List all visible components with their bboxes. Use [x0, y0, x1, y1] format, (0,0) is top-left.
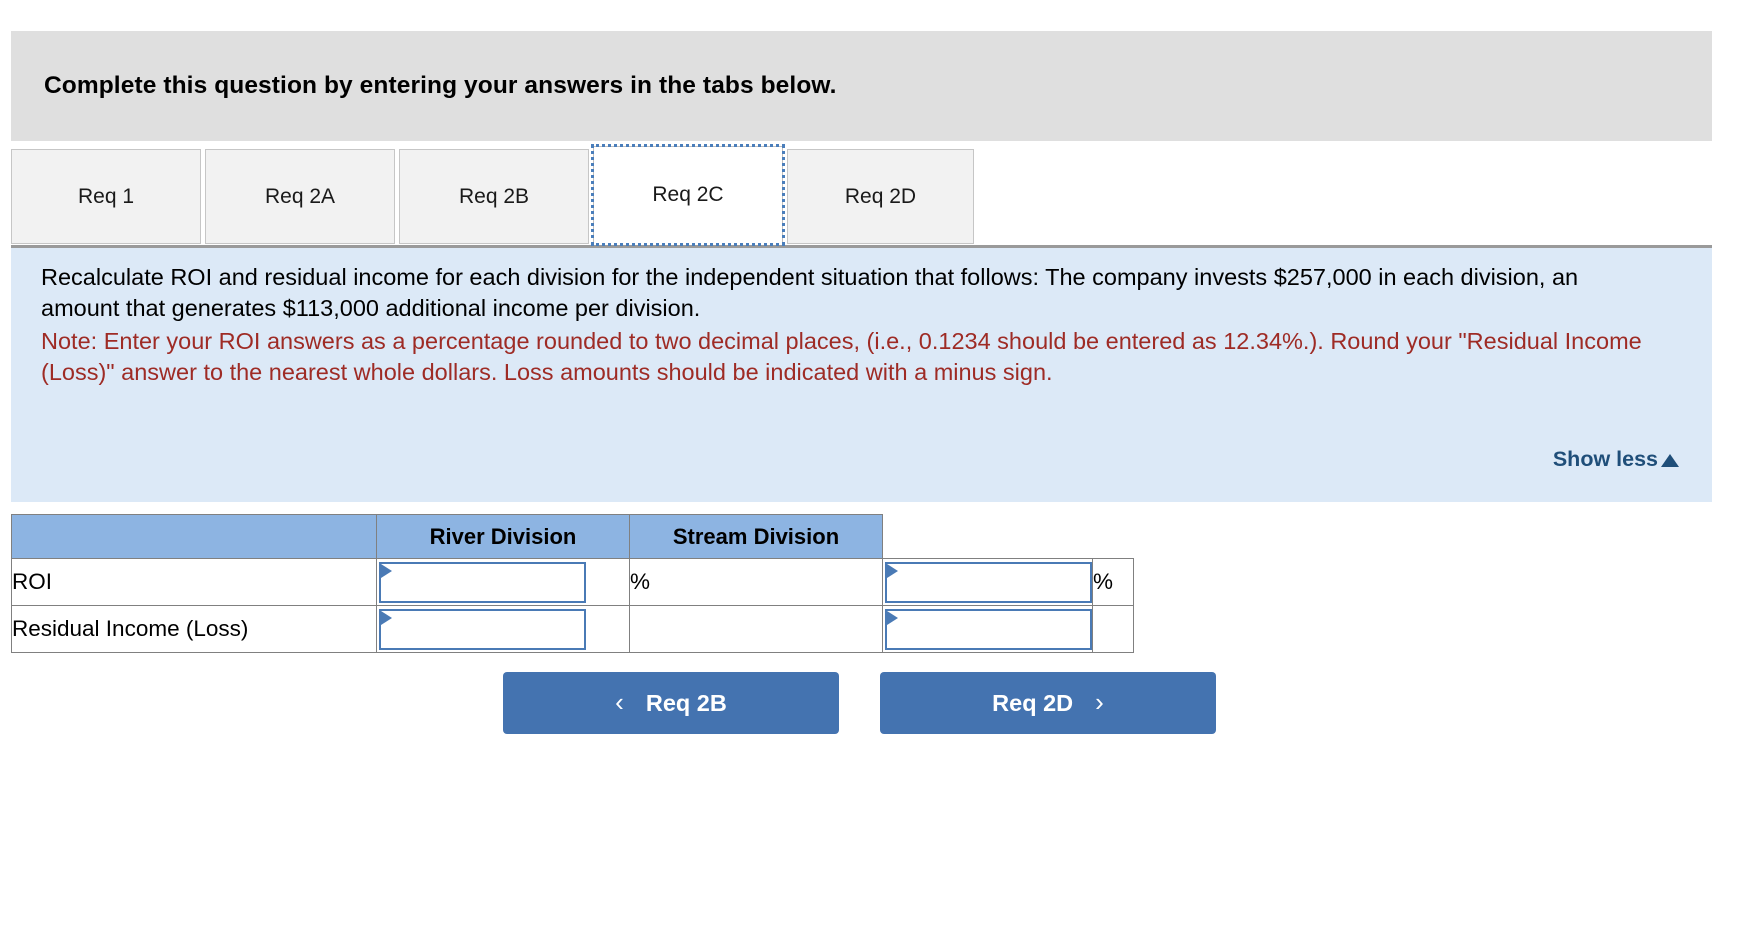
column-header-blank [11, 514, 377, 559]
question-page: Complete this question by entering your … [0, 0, 1750, 926]
table-row: Residual Income (Loss) [11, 605, 1134, 653]
input-wrapper [885, 561, 1092, 603]
table-row: ROI % % [11, 558, 1134, 606]
tab-req-2d[interactable]: Req 2D [787, 149, 974, 244]
chevron-left-icon: ‹ [615, 687, 624, 717]
tab-label: Req 2C [652, 183, 724, 206]
show-less-link[interactable]: Show less [1553, 447, 1679, 472]
instruction-banner-text: Complete this question by entering your … [44, 72, 837, 99]
requirement-tabs: Req 1 Req 2A Req 2B Req 2C Req 2D [11, 144, 974, 246]
input-wrapper [885, 608, 1092, 650]
suffix-residual-stream [1092, 605, 1134, 653]
column-header-stream-division: Stream Division [629, 514, 883, 559]
answer-table-body: ROI % % Residual Income (Loss) [11, 558, 1134, 653]
instruction-banner: Complete this question by entering your … [11, 31, 1712, 141]
prev-requirement-button[interactable]: ‹ Req 2B [503, 672, 839, 734]
answer-table-head: River Division Stream Division [11, 514, 1134, 559]
row-label-roi: ROI [11, 558, 377, 606]
tab-label: Req 2B [458, 184, 530, 208]
suffix-roi-river: % [629, 558, 883, 606]
requirement-note: Note: Enter your ROI answers as a percen… [41, 328, 1642, 385]
input-roi-stream[interactable] [885, 561, 1092, 603]
tab-req-2b[interactable]: Req 2B [399, 149, 589, 244]
tab-req-2a[interactable]: Req 2A [205, 149, 395, 244]
column-header-river-division: River Division [376, 514, 630, 559]
tab-label: Req 2D [844, 184, 917, 208]
requirement-description: Recalculate ROI and residual income for … [41, 264, 1579, 321]
input-residual-income-stream[interactable] [885, 608, 1092, 650]
suffix-residual-river [629, 605, 883, 653]
chevron-right-icon: › [1095, 687, 1104, 717]
input-wrapper [379, 561, 586, 603]
tab-strip-divider [11, 245, 1712, 248]
input-residual-income-river[interactable] [379, 608, 586, 650]
requirement-instructions-panel: Recalculate ROI and residual income for … [11, 248, 1712, 502]
answer-table: River Division Stream Division ROI % % R… [11, 514, 1134, 653]
next-requirement-button[interactable]: Req 2D › [880, 672, 1216, 734]
next-requirement-label: Req 2D [992, 689, 1074, 716]
tab-label: Req 2A [264, 184, 336, 208]
show-less-label: Show less [1552, 447, 1658, 471]
suffix-roi-stream: % [1092, 558, 1134, 606]
requirement-navigation: ‹ Req 2B Req 2D › [503, 672, 1216, 734]
tab-req-1[interactable]: Req 1 [11, 149, 201, 244]
input-wrapper [379, 608, 586, 650]
tab-req-2c[interactable]: Req 2C [591, 144, 785, 246]
cell-residual-river [376, 605, 630, 653]
cell-roi-river [376, 558, 630, 606]
table-header-row: River Division Stream Division [11, 514, 1134, 559]
caret-up-icon [1661, 454, 1679, 467]
prev-requirement-label: Req 2B [645, 689, 727, 716]
cell-residual-stream [882, 605, 1093, 653]
tab-label: Req 1 [77, 184, 135, 208]
row-label-residual-income: Residual Income (Loss) [11, 605, 377, 653]
input-roi-river[interactable] [379, 561, 586, 603]
cell-roi-stream [882, 558, 1093, 606]
